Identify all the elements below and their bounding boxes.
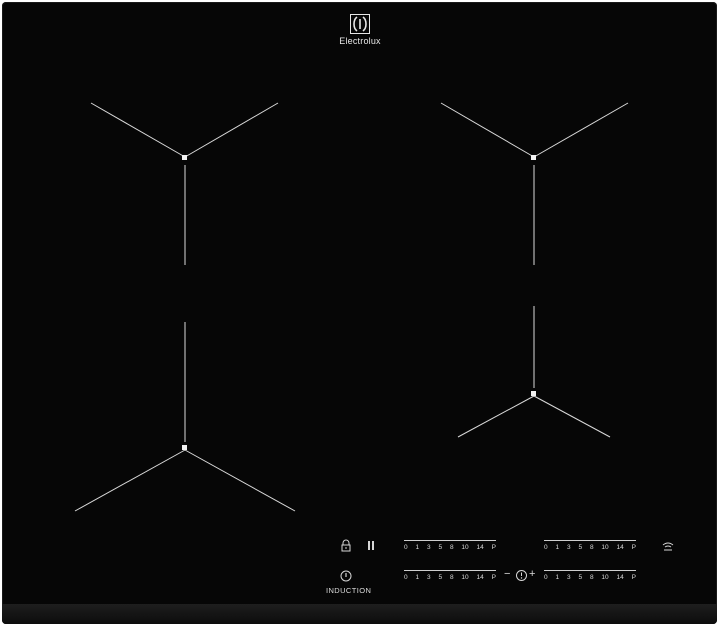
slider-tick: 10 (601, 574, 609, 581)
timer-minus-button[interactable]: − (504, 568, 510, 580)
slider-tick: 10 (601, 544, 609, 551)
slider-ticks: 0 1 3 5 8 10 14 P (544, 574, 636, 581)
slider-tick: 3 (566, 574, 571, 581)
slider-tick: 14 (476, 574, 484, 581)
zone-center-dot (531, 391, 536, 396)
timer-control: − + (504, 568, 538, 583)
zone-slider-top-right[interactable]: 0 1 3 5 8 10 14 P (544, 540, 636, 556)
slider-ticks: 0 1 3 5 8 10 14 P (544, 544, 636, 551)
slider-tick: 10 (461, 544, 469, 551)
slider-tick: 5 (578, 574, 583, 581)
slider-tick: 0 (404, 544, 408, 551)
slider-tick: 5 (438, 544, 443, 551)
slider-tick: 1 (415, 544, 420, 551)
slider-track (404, 570, 496, 571)
power-icon[interactable] (339, 569, 353, 583)
slider-tick: 1 (555, 574, 560, 581)
slider-ticks: 0 1 3 5 8 10 14 P (404, 544, 496, 551)
zone-slider-bottom-left[interactable]: 0 1 3 5 8 10 14 P (404, 570, 496, 586)
slider-tick: 14 (616, 544, 624, 551)
wifi-hob-hood-icon[interactable] (661, 539, 675, 553)
slider-tick: 1 (415, 574, 420, 581)
timer-icon[interactable] (515, 569, 528, 582)
slider-tick: 8 (449, 574, 454, 581)
timer-plus-button[interactable]: + (529, 568, 535, 580)
zone-marker-top-left (90, 102, 279, 265)
slider-tick: P (491, 544, 496, 551)
zone-slider-top-left[interactable]: 0 1 3 5 8 10 14 P (404, 540, 496, 556)
slider-tick: 14 (616, 574, 624, 581)
slider-tick: 0 (544, 574, 548, 581)
slider-tick: 8 (449, 544, 454, 551)
slider-tick: 3 (426, 574, 431, 581)
slider-tick: 0 (544, 544, 548, 551)
slider-track (404, 540, 496, 541)
induction-label: INDUCTION (326, 586, 372, 595)
slider-tick: 14 (476, 544, 484, 551)
slider-tick: P (631, 574, 636, 581)
slider-ticks: 0 1 3 5 8 10 14 P (404, 574, 496, 581)
zone-marker-bottom-right (457, 306, 611, 438)
slider-tick: 3 (566, 544, 571, 551)
zone-slider-bottom-right[interactable]: 0 1 3 5 8 10 14 P (544, 570, 636, 586)
zone-center-dot (182, 155, 187, 160)
slider-tick: 1 (555, 544, 560, 551)
zone-marker-bottom-left (74, 322, 296, 512)
slider-tick: 10 (461, 574, 469, 581)
slider-tick: 8 (589, 574, 594, 581)
slider-tick: 5 (438, 574, 443, 581)
slider-tick: 8 (589, 544, 594, 551)
slider-tick: 0 (404, 574, 408, 581)
slider-track (544, 540, 636, 541)
zone-center-dot (182, 445, 187, 450)
slider-tick: P (491, 574, 496, 581)
slider-tick: 3 (426, 544, 431, 551)
pause-icon[interactable] (364, 539, 378, 553)
lock-icon[interactable] (339, 539, 353, 553)
slider-track (544, 570, 636, 571)
zone-center-dot (531, 155, 536, 160)
cooking-zones-graphic (74, 102, 629, 512)
slider-tick: P (631, 544, 636, 551)
zone-marker-top-right (440, 102, 629, 265)
slider-tick: 5 (578, 544, 583, 551)
